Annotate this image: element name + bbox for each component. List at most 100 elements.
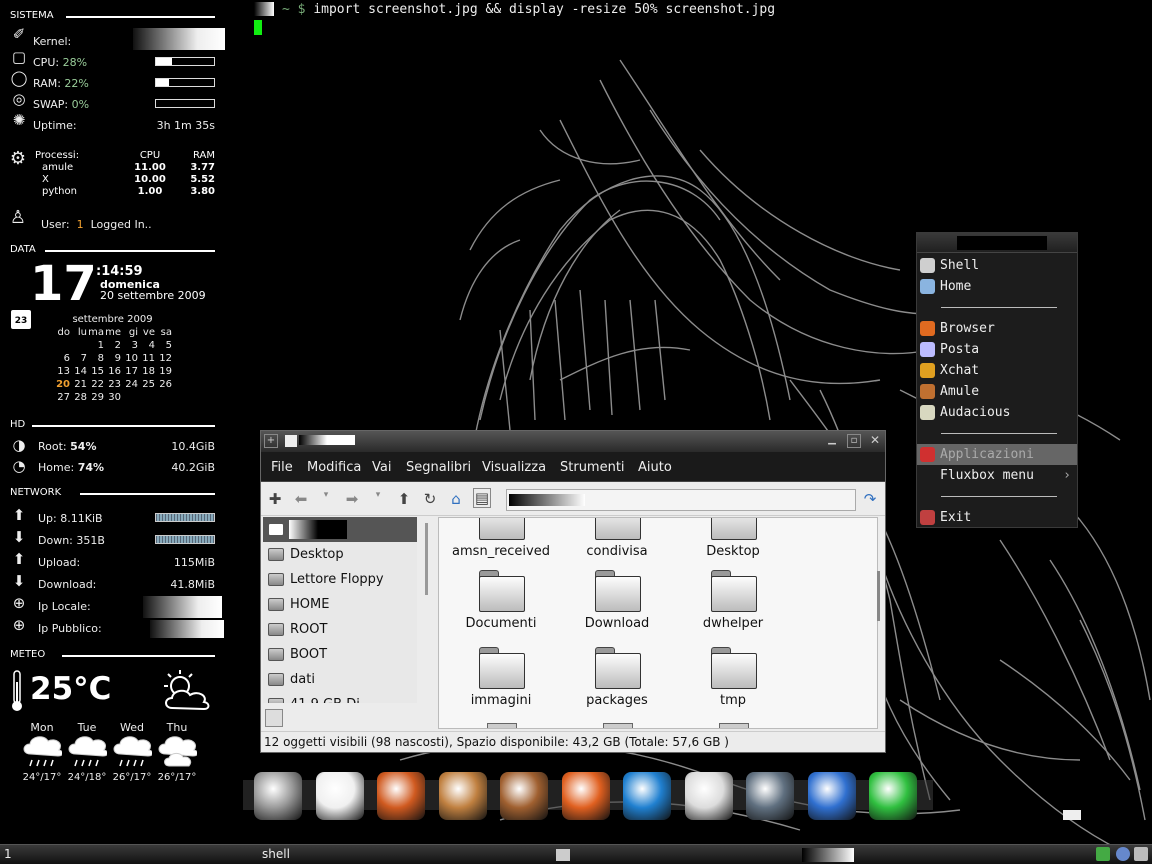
go-icon[interactable]: ↷ — [861, 490, 879, 508]
floppy-icon — [268, 573, 284, 586]
icon-view-scrollbar[interactable] — [877, 571, 880, 621]
sidebar-item-dati[interactable]: dati — [263, 667, 417, 692]
folder-item[interactable]: condivisa — [563, 518, 671, 559]
taskbar-window-icon[interactable] — [556, 849, 570, 861]
sidebar-item-current[interactable] — [263, 517, 417, 542]
window-menu-button[interactable]: + — [264, 434, 278, 448]
file-icon[interactable] — [603, 723, 633, 728]
folder-button[interactable] — [289, 709, 307, 727]
plus-circle-icon: ⊕ — [12, 616, 26, 634]
terminal-user-block — [254, 2, 274, 16]
calendar-day: 25 — [142, 379, 155, 390]
menu-item-browser[interactable]: Browser — [917, 318, 1077, 339]
sidebar-item-lettore-floppy[interactable]: Lettore Floppy — [263, 567, 417, 592]
sidebar-item-desktop[interactable]: Desktop — [263, 542, 417, 567]
amule-donkey-icon[interactable] — [500, 772, 548, 820]
task-shell[interactable]: shell — [262, 847, 290, 861]
music-note-icon[interactable] — [623, 772, 671, 820]
menu-item-shell[interactable]: Shell — [917, 255, 1077, 276]
system-monitor-icon[interactable] — [254, 772, 302, 820]
menu-vai[interactable]: Vai — [372, 460, 391, 475]
sistema-title: SISTEMA — [10, 10, 54, 21]
calendar-day: 20 — [56, 379, 70, 390]
taskbar-task-redacted[interactable] — [802, 848, 854, 862]
workspace-name[interactable]: 1 — [4, 847, 12, 861]
mail-notification-icon[interactable] — [1063, 810, 1081, 820]
folder-icon — [479, 647, 525, 689]
folder-item[interactable]: Documenti — [447, 570, 555, 631]
calendar-week: 27 28 29 30 — [53, 391, 172, 404]
up-icon[interactable]: ⬆ — [395, 490, 413, 508]
maximize-button[interactable]: ▫ — [847, 434, 861, 448]
ram-bar-fill — [156, 79, 169, 86]
burner-flame-icon[interactable] — [561, 772, 610, 820]
mail-icon — [920, 342, 935, 357]
back-icon[interactable]: ⬅ — [292, 490, 310, 508]
forward-history-icon[interactable]: ▾ — [369, 490, 387, 500]
folder-icon — [711, 518, 757, 540]
close-button[interactable]: ✕ — [868, 434, 882, 448]
folder-item[interactable]: Desktop — [679, 518, 787, 559]
sidebar-item-root[interactable]: ROOT — [263, 617, 417, 642]
video-clapper-icon[interactable] — [807, 772, 856, 820]
alien-robot-icon[interactable] — [315, 772, 364, 820]
menu-item-posta[interactable]: Posta — [917, 339, 1077, 360]
process-cpu: 11.00 — [134, 161, 166, 173]
webcam-icon[interactable] — [746, 772, 794, 820]
window-titlebar[interactable]: + ▁ ▫ ✕ — [261, 431, 885, 452]
menu-separator — [941, 496, 1057, 497]
fluxbox-root-menu[interactable]: Shell Home Browser Posta Xchat Amule Audacious… — [916, 232, 1078, 528]
folder-item[interactable]: packages — [563, 647, 671, 708]
location-bar[interactable] — [506, 489, 856, 511]
new-tab-icon[interactable]: ✚ — [266, 490, 284, 508]
network-tray-icon[interactable] — [1096, 847, 1110, 861]
forward-icon[interactable]: ➡ — [343, 490, 361, 508]
file-icon[interactable] — [719, 723, 749, 728]
menu-segnalibri[interactable]: Segnalibri — [406, 460, 471, 475]
sidebar-scrollbar[interactable] — [425, 523, 428, 595]
file-icon[interactable] — [487, 723, 517, 728]
calendar-day: 28 — [74, 392, 87, 403]
home-icon[interactable]: ⌂ — [447, 490, 465, 508]
user-tray-icon[interactable] — [1116, 847, 1130, 861]
menu-item-applicazioni[interactable]: Applicazioni — [917, 444, 1077, 465]
menu-item-label: Shell — [940, 258, 980, 273]
menu-item-audacious[interactable]: Audacious — [917, 402, 1077, 423]
folder-item[interactable]: amsn_received — [447, 518, 555, 559]
ram-label-text: RAM: — [33, 77, 61, 90]
folder-item[interactable]: dwhelper — [679, 570, 787, 631]
minimize-button[interactable]: ▁ — [825, 434, 839, 448]
alienware-icon[interactable] — [869, 772, 917, 820]
sidebar-item-home[interactable]: HOME — [263, 592, 417, 617]
drive-icon — [268, 648, 284, 661]
menu-modifica[interactable]: Modifica — [307, 460, 361, 475]
menu-aiuto[interactable]: Aiuto — [638, 460, 672, 475]
process-ram: 3.80 — [190, 185, 215, 197]
thunderbird-mail-icon[interactable] — [438, 772, 487, 820]
sidebar-item-boot[interactable]: BOOT — [263, 642, 417, 667]
menu-item-label: Home — [940, 279, 972, 294]
menu-item-fluxbox-menu[interactable]: Fluxbox menu › — [917, 465, 1077, 486]
menu-item-label: Amule — [940, 384, 980, 399]
settings-tray-icon[interactable] — [1134, 847, 1148, 861]
file-manager-window[interactable]: + ▁ ▫ ✕ File Modifica Vai Segnalibri Visuali… — [260, 430, 886, 753]
xchat-icon[interactable] — [684, 772, 733, 820]
sidebar-toggle-button[interactable] — [265, 709, 283, 727]
menu-visualizza[interactable]: Visualizza — [482, 460, 546, 475]
folder-item[interactable]: Download — [563, 570, 671, 631]
location-toggle-icon[interactable]: ▤ — [473, 488, 491, 508]
sidebar-item-41-9-gb-di[interactable]: 41,9 GB Di — [263, 692, 417, 703]
file-icon-view[interactable]: amsn_received condivisa Desktop Documenti Do… — [438, 517, 878, 729]
menu-file[interactable]: File — [271, 460, 293, 475]
folder-item[interactable]: tmp — [679, 647, 787, 708]
menu-item-xchat[interactable]: Xchat — [917, 360, 1077, 381]
firefox-icon[interactable] — [377, 772, 425, 820]
menu-item-exit[interactable]: Exit — [917, 507, 1077, 528]
menu-strumenti[interactable]: Strumenti — [560, 460, 625, 475]
process-ram: 3.77 — [190, 161, 215, 173]
folder-item[interactable]: immagini — [447, 647, 555, 708]
menu-item-home[interactable]: Home — [917, 276, 1077, 297]
back-history-icon[interactable]: ▾ — [317, 490, 335, 500]
menu-item-amule[interactable]: Amule — [917, 381, 1077, 402]
reload-icon[interactable]: ↻ — [421, 490, 439, 508]
